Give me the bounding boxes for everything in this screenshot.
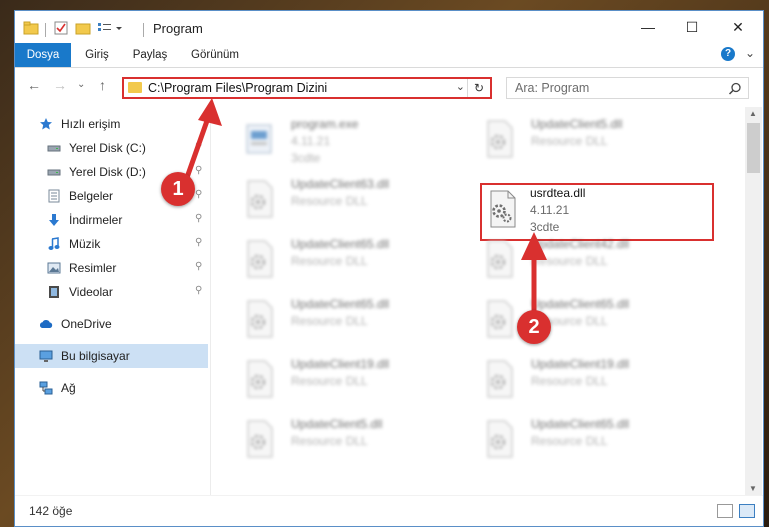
annotation-overlay (181, 98, 547, 315)
step-1-badge: 1 (161, 172, 195, 206)
step-2-badge: 2 (517, 310, 551, 344)
arrow-1 (181, 98, 222, 189)
arrow-2 (521, 232, 547, 315)
